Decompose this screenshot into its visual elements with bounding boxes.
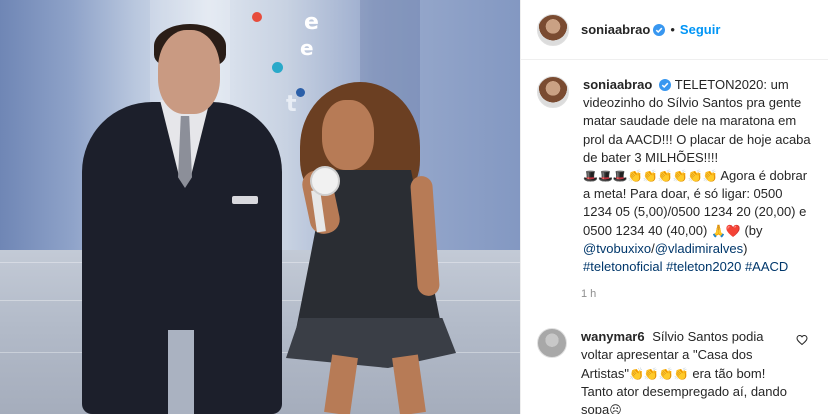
hashtag-link[interactable]: #AACD xyxy=(745,259,788,274)
post-side-panel: soniaabrao • Seguir soniaabrao TELETON20… xyxy=(520,0,828,414)
studio-dot xyxy=(252,12,262,22)
username-link[interactable]: soniaabrao xyxy=(583,77,652,92)
instagram-post: e e t soniaabrao • Seguir soniaabrao TEL… xyxy=(0,0,828,414)
hashtag-link[interactable]: #teletonoficial xyxy=(583,259,663,274)
mention-link[interactable]: @vladimiralves xyxy=(655,241,743,256)
post-timestamp[interactable]: 1 h xyxy=(581,288,828,300)
comment-emoji: 👏👏👏👏 xyxy=(628,366,689,381)
caption-by: (by xyxy=(744,222,763,238)
caption-emoji: 🎩🎩🎩👏👏👏👏👏👏 xyxy=(583,169,718,184)
post-video[interactable]: e e t xyxy=(0,0,520,414)
comment-emoji: ☹ xyxy=(609,403,622,414)
hashtag-link[interactable]: #teleton2020 xyxy=(666,259,741,274)
username-link[interactable]: wanymar6 xyxy=(581,329,645,344)
studio-letter: t xyxy=(286,92,297,117)
caption-text: soniaabrao TELETON2020: um videozinho do… xyxy=(583,76,814,276)
studio-dot xyxy=(296,88,305,97)
caption-by-close: ) xyxy=(743,240,748,256)
comment: wanymar6 Sílvio Santos podia voltar apre… xyxy=(521,300,828,414)
studio-dot xyxy=(272,62,283,73)
separator: • xyxy=(670,22,675,37)
man-leg-gap xyxy=(168,330,194,414)
studio-letter: e xyxy=(304,10,319,35)
post-header: soniaabrao • Seguir xyxy=(521,0,828,60)
microphone xyxy=(310,166,340,196)
man-pocket-square xyxy=(232,196,258,204)
studio-letter: e xyxy=(300,36,314,60)
comment-text: wanymar6 Sílvio Santos podia voltar apre… xyxy=(581,328,791,414)
mention-link[interactable]: @tvobuxixo xyxy=(583,241,651,256)
man-head xyxy=(158,30,220,114)
woman-face xyxy=(322,100,374,170)
avatar[interactable] xyxy=(537,328,567,359)
caption-emoji: 🙏❤️ xyxy=(710,223,741,238)
verified-badge-icon xyxy=(653,23,666,36)
verified-badge-icon xyxy=(659,79,672,91)
follow-button[interactable]: Seguir xyxy=(680,22,720,37)
header-user: soniaabrao • Seguir xyxy=(581,22,720,37)
avatar[interactable] xyxy=(537,76,569,108)
caption: soniaabrao TELETON2020: um videozinho do… xyxy=(521,60,828,276)
heart-outline-icon[interactable] xyxy=(796,334,808,346)
avatar[interactable] xyxy=(537,13,569,46)
username-link[interactable]: soniaabrao xyxy=(581,22,650,37)
